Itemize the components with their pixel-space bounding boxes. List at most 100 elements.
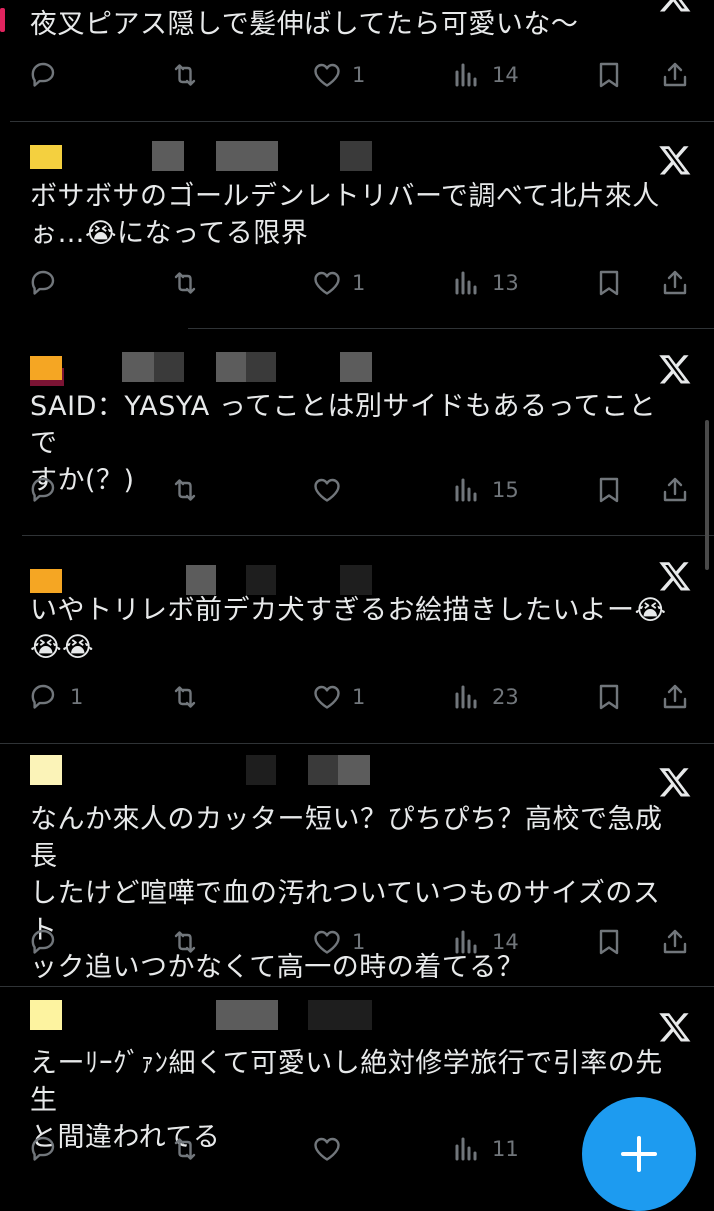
share-button[interactable] bbox=[660, 470, 690, 510]
views-button[interactable]: 11 bbox=[452, 1129, 519, 1169]
x-logo-icon[interactable] bbox=[658, 143, 692, 177]
views-bar-chart-icon bbox=[455, 685, 477, 709]
x-logo-icon[interactable] bbox=[658, 352, 692, 386]
like-button[interactable]: 1 bbox=[312, 263, 365, 303]
reply-bubble-icon bbox=[31, 62, 55, 87]
retweet-button[interactable] bbox=[170, 1129, 210, 1169]
views-count: 15 bbox=[492, 478, 519, 502]
separator bbox=[0, 986, 714, 987]
x-logo-icon[interactable] bbox=[658, 0, 692, 14]
reply-bubble-icon bbox=[31, 477, 55, 502]
post-text: 夜叉ピアス隠しで髪伸ばしてたら可愛いな〜 bbox=[30, 9, 579, 40]
separator bbox=[22, 535, 714, 536]
reply-button[interactable] bbox=[30, 922, 70, 962]
bookmark-button[interactable] bbox=[594, 470, 624, 510]
avatar bbox=[30, 569, 62, 593]
views-bar-chart-icon bbox=[455, 930, 477, 954]
post-actions: 1 13 bbox=[0, 263, 714, 303]
reply-bubble-icon bbox=[31, 684, 55, 709]
post-text: ボサボサのゴールデンレトリバーで調べて北片來人 ぉ…😭になってる限界 bbox=[30, 181, 660, 249]
heart-icon bbox=[314, 685, 340, 709]
share-button[interactable] bbox=[660, 922, 690, 962]
views-count: 14 bbox=[492, 63, 519, 87]
heart-icon bbox=[314, 63, 340, 87]
avatar bbox=[30, 1000, 62, 1030]
views-bar-chart-icon bbox=[455, 1137, 477, 1161]
retweet-icon bbox=[174, 686, 196, 708]
retweet-icon bbox=[174, 479, 196, 501]
retweet-icon bbox=[174, 931, 196, 953]
retweet-button[interactable] bbox=[170, 922, 210, 962]
bookmark-icon bbox=[599, 929, 619, 955]
views-bar-chart-icon bbox=[455, 478, 477, 502]
views-button[interactable]: 23 bbox=[452, 677, 519, 717]
like-button[interactable]: 1 bbox=[312, 55, 365, 95]
reply-bubble-icon bbox=[31, 1136, 55, 1161]
heart-icon bbox=[314, 1137, 340, 1161]
retweet-icon bbox=[174, 1138, 196, 1160]
avatar bbox=[30, 356, 62, 380]
views-bar-chart-icon bbox=[455, 63, 477, 87]
share-icon bbox=[663, 929, 687, 954]
author-name-blurred bbox=[30, 352, 390, 382]
reply-bubble-icon bbox=[31, 929, 55, 954]
x-logo-icon[interactable] bbox=[658, 1010, 692, 1044]
bookmark-button[interactable] bbox=[594, 677, 624, 717]
retweet-button[interactable] bbox=[170, 677, 210, 717]
share-icon bbox=[663, 270, 687, 295]
views-count: 11 bbox=[492, 1137, 519, 1161]
share-button[interactable] bbox=[660, 55, 690, 95]
avatar bbox=[30, 755, 62, 785]
retweet-button[interactable] bbox=[170, 55, 210, 95]
views-button[interactable]: 15 bbox=[452, 470, 519, 510]
compose-button[interactable] bbox=[582, 1097, 696, 1211]
reply-button[interactable] bbox=[30, 470, 70, 510]
like-button[interactable]: 1 bbox=[312, 922, 365, 962]
bookmark-icon bbox=[599, 684, 619, 710]
like-button[interactable] bbox=[312, 1129, 352, 1169]
author-name-blurred bbox=[30, 1000, 390, 1030]
views-count: 13 bbox=[492, 271, 519, 295]
like-button[interactable] bbox=[312, 470, 352, 510]
author-name-blurred bbox=[30, 755, 390, 785]
retweet-button[interactable] bbox=[170, 263, 210, 303]
reply-button[interactable] bbox=[30, 55, 70, 95]
plus-icon bbox=[621, 1136, 657, 1172]
views-count: 14 bbox=[492, 930, 519, 954]
retweet-icon bbox=[174, 272, 196, 294]
bookmark-button[interactable] bbox=[594, 263, 624, 303]
bookmark-button[interactable] bbox=[594, 922, 624, 962]
post-actions: 1 14 bbox=[0, 922, 714, 962]
reply-button[interactable]: 1 bbox=[30, 677, 83, 717]
share-button[interactable] bbox=[660, 677, 690, 717]
x-logo-icon[interactable] bbox=[658, 559, 692, 593]
reply-button[interactable] bbox=[30, 263, 70, 303]
retweet-icon bbox=[174, 64, 196, 86]
scrollbar[interactable] bbox=[705, 420, 709, 570]
like-count: 1 bbox=[352, 685, 366, 709]
like-button[interactable]: 1 bbox=[312, 677, 365, 717]
separator bbox=[0, 743, 714, 744]
like-count: 1 bbox=[352, 930, 366, 954]
share-icon bbox=[663, 477, 687, 502]
share-icon bbox=[663, 62, 687, 87]
bookmark-icon bbox=[599, 477, 619, 503]
reply-button[interactable] bbox=[30, 1129, 70, 1169]
bookmark-icon bbox=[599, 270, 619, 296]
views-bar-chart-icon bbox=[455, 271, 477, 295]
post-actions: 1 1 23 bbox=[0, 677, 714, 717]
share-button[interactable] bbox=[660, 263, 690, 303]
bookmark-button[interactable] bbox=[594, 55, 624, 95]
retweet-button[interactable] bbox=[170, 470, 210, 510]
avatar-edge bbox=[0, 8, 5, 32]
post-actions: 15 bbox=[0, 470, 714, 510]
views-button[interactable]: 14 bbox=[452, 922, 519, 962]
post-text: いやトリレボ前デカ犬すぎるお絵描きしたいよー😭 😭😭 bbox=[30, 595, 667, 663]
post-actions: 1 14 bbox=[0, 55, 714, 95]
views-button[interactable]: 14 bbox=[452, 55, 519, 95]
heart-icon bbox=[314, 271, 340, 295]
bookmark-icon bbox=[599, 62, 619, 88]
views-button[interactable]: 13 bbox=[452, 263, 519, 303]
x-logo-icon[interactable] bbox=[658, 765, 692, 799]
author-name-blurred bbox=[30, 565, 390, 595]
